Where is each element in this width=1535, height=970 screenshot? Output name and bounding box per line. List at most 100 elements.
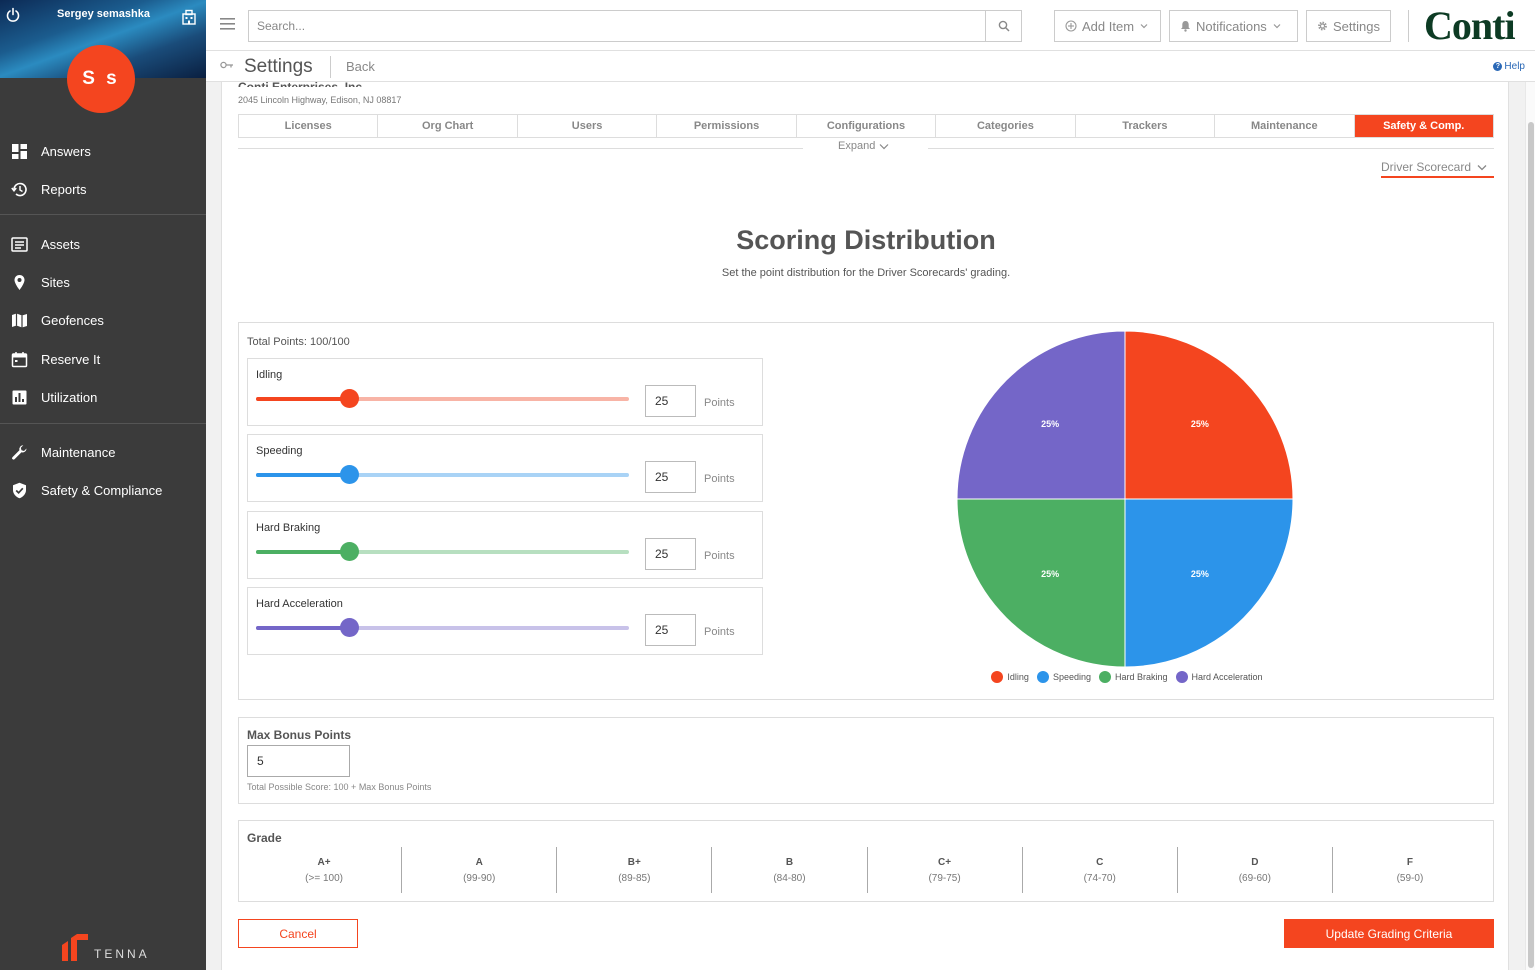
tab-permissions[interactable]: Permissions: [657, 115, 797, 137]
legend-item[interactable]: Hard Braking: [1098, 671, 1168, 683]
sidebar-item-label: Geofences: [41, 312, 104, 328]
search-input[interactable]: [249, 11, 985, 41]
legend-label: Hard Braking: [1114, 672, 1168, 682]
slider-thumb[interactable]: [340, 465, 360, 484]
sidebar-item-reports[interactable]: Reports: [0, 174, 206, 204]
sidebar-item-geofences[interactable]: Geofences: [0, 305, 206, 335]
slider-thumb[interactable]: [340, 389, 360, 408]
plus-circle-icon: [1065, 20, 1077, 32]
grade-cell[interactable]: B+ (89-85): [557, 847, 713, 893]
scrollbar-thumb[interactable]: [1528, 122, 1534, 968]
distribution-box: Total Points: 100/100 Idling Points Spee…: [238, 322, 1494, 700]
dashboard-icon: [12, 143, 27, 159]
slider-card-hard-acceleration: Hard Acceleration Points: [247, 587, 763, 655]
sidebar-item-safety-compliance[interactable]: Safety & Compliance: [0, 475, 206, 505]
sidebar-item-sites[interactable]: Sites: [0, 267, 206, 297]
cancel-button[interactable]: Cancel: [238, 919, 358, 948]
slider-thumb[interactable]: [340, 542, 360, 561]
tab-safety-compliance[interactable]: Safety & Comp.: [1354, 115, 1493, 137]
help-icon: ?: [1493, 62, 1503, 71]
map-pin-icon: [14, 274, 25, 290]
settings-label: Settings: [1333, 18, 1380, 34]
help-link[interactable]: ? Help: [1493, 61, 1525, 72]
hard-acceleration-slider[interactable]: [256, 618, 629, 637]
idling-points-input[interactable]: [645, 385, 696, 417]
grade-cell[interactable]: D (69-60): [1178, 847, 1333, 893]
bonus-note: Total Possible Score: 100 + Max Bonus Po…: [247, 782, 432, 792]
notifications-button[interactable]: Notifications: [1169, 10, 1298, 42]
sidebar-item-answers[interactable]: Answers: [0, 136, 206, 166]
tab-trackers[interactable]: Trackers: [1076, 115, 1216, 137]
grade-range: (69-60): [1238, 872, 1271, 884]
sidebar-item-assets[interactable]: Assets: [0, 229, 206, 259]
sidebar-item-maintenance[interactable]: Maintenance: [0, 437, 206, 467]
max-bonus-input[interactable]: [247, 745, 350, 777]
power-icon[interactable]: [5, 7, 21, 23]
legend-item[interactable]: Hard Acceleration: [1175, 671, 1263, 683]
pie-slice-hard-acceleration[interactable]: [956, 330, 1126, 500]
slider-thumb[interactable]: [340, 618, 360, 637]
calendar-icon: [11, 351, 28, 367]
speeding-slider[interactable]: [256, 465, 629, 484]
nav-divider: [0, 423, 206, 424]
tab-configurations[interactable]: Configurations: [797, 115, 937, 137]
tab-licenses[interactable]: Licenses: [239, 115, 379, 137]
speeding-points-input[interactable]: [645, 461, 696, 493]
hard-braking-points-input[interactable]: [645, 538, 696, 570]
nav-divider: [0, 214, 206, 215]
grade-cell[interactable]: C+ (79-75): [868, 847, 1023, 893]
legend-item[interactable]: Speeding: [1036, 671, 1091, 683]
idling-slider[interactable]: [256, 389, 629, 408]
expand-button[interactable]: Expand: [838, 140, 889, 152]
hard-braking-slider[interactable]: [256, 542, 629, 561]
grade-cell[interactable]: A (99-90): [402, 847, 558, 893]
update-grading-button[interactable]: Update Grading Criteria: [1284, 919, 1494, 948]
back-link[interactable]: Back: [346, 59, 375, 74]
wrench-icon: [12, 444, 27, 460]
grade-range: (74-70): [1083, 872, 1116, 884]
pie-slice-idling[interactable]: [1124, 330, 1294, 500]
hamburger-menu-icon[interactable]: [220, 18, 235, 30]
map-icon: [12, 313, 27, 327]
settings-button[interactable]: Settings: [1306, 10, 1391, 42]
grade-cell[interactable]: C (74-70): [1023, 847, 1178, 893]
bonus-box: Max Bonus Points Total Possible Score: 1…: [238, 717, 1494, 804]
legend-item[interactable]: Idling: [991, 671, 1029, 683]
add-item-button[interactable]: Add Item: [1054, 10, 1161, 42]
search-button[interactable]: [985, 11, 1021, 41]
sidebar-item-utilization[interactable]: Utilization: [0, 382, 206, 412]
expand-label: Expand: [838, 140, 876, 152]
grade-letter: F: [1406, 856, 1413, 868]
grade-cell[interactable]: F (59-0): [1333, 847, 1487, 893]
hard-acceleration-points-input[interactable]: [645, 614, 696, 646]
avatar[interactable]: S s: [67, 45, 135, 113]
legend-swatch: [1175, 671, 1188, 683]
expand-row: Expand: [238, 138, 1494, 158]
tab-maintenance[interactable]: Maintenance: [1215, 115, 1355, 137]
grade-title: Grade: [247, 831, 282, 845]
expand-divider: [238, 148, 803, 149]
tab-users[interactable]: Users: [518, 115, 658, 137]
pie-slice-hard-braking[interactable]: [956, 498, 1126, 668]
pie-slice-speeding[interactable]: [1124, 498, 1294, 668]
history-icon: [11, 182, 27, 196]
scorecard-dropdown[interactable]: Driver Scorecard: [1381, 158, 1494, 178]
bar-chart-icon: [12, 390, 27, 404]
page-scrollbar[interactable]: [1525, 82, 1535, 970]
sidebar-item-label: Safety & Compliance: [41, 482, 163, 498]
grade-cell[interactable]: B (84-80): [712, 847, 868, 893]
grade-letter: C+: [938, 856, 952, 868]
search-bar: [248, 10, 1022, 42]
points-label: Points: [704, 473, 735, 485]
slider-fill: [256, 550, 350, 554]
sidebar-item-label: Sites: [41, 274, 70, 290]
pie-slice-label: 25%: [1191, 569, 1209, 579]
gear-icon: [1318, 21, 1327, 31]
sidebar-item-reserve-it[interactable]: Reserve It: [0, 344, 206, 374]
tab-org-chart[interactable]: Org Chart: [378, 115, 518, 137]
grade-cell[interactable]: A+ (>= 100): [247, 847, 403, 893]
list-icon: [11, 236, 28, 252]
chevron-down-icon: [1140, 24, 1148, 29]
building-icon[interactable]: [181, 9, 197, 25]
tab-categories[interactable]: Categories: [936, 115, 1076, 137]
